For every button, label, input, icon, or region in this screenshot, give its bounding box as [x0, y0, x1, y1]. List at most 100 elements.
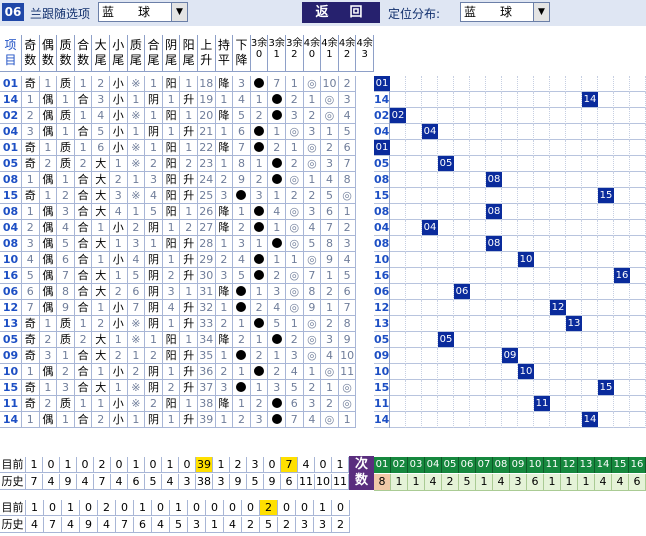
row-cell: 奇 — [22, 380, 40, 396]
grid-cell — [630, 236, 646, 252]
grid-cell — [454, 108, 470, 124]
grid-cell — [614, 412, 630, 428]
position-mark[interactable]: 10 — [518, 364, 534, 379]
row-cell: 1 — [57, 412, 75, 428]
row-cell: 2 — [180, 220, 198, 236]
chevron-down-icon[interactable]: ▼ — [533, 3, 549, 21]
grid-cell — [438, 108, 454, 124]
grid-cell — [534, 204, 550, 220]
grid-cell — [518, 188, 534, 204]
back-button[interactable]: 返 回 — [302, 2, 380, 23]
position-mark[interactable]: 14 — [582, 92, 598, 107]
count-num: 12 — [561, 457, 578, 473]
grid-cell — [598, 220, 614, 236]
grid-cell — [454, 380, 470, 396]
position-mark[interactable]: 08 — [486, 204, 502, 219]
grid-cell — [470, 268, 486, 284]
position-mark[interactable]: 02 — [390, 108, 406, 123]
grid-cell — [534, 332, 550, 348]
dot-icon — [254, 366, 265, 376]
position-mark[interactable]: 06 — [454, 284, 470, 299]
position-mark[interactable]: 09 — [502, 348, 518, 363]
count-value: 4 — [595, 474, 612, 491]
grid-cell — [518, 412, 534, 428]
row-cell: 10 — [338, 348, 357, 364]
row-cell: ◎ — [321, 92, 339, 108]
grid-cell — [518, 284, 534, 300]
position-mark[interactable]: 16 — [614, 268, 630, 283]
grid-cell — [614, 348, 630, 364]
grid-cell — [550, 156, 566, 172]
header-col: 3余0 — [250, 35, 269, 72]
row-number: 05 — [0, 332, 22, 348]
row-cell: ◎ — [286, 268, 304, 284]
row-cell: 3 — [127, 236, 146, 252]
header-col: 大尾 — [92, 35, 110, 72]
position-mark[interactable]: 01 — [374, 76, 390, 91]
table-row: 15 奇 1 2 合大 3 ※ 4 阳升 25 3 3 1 2 2 5 ◎ — [0, 188, 374, 204]
footer-now-cell: 7 — [281, 457, 298, 473]
position-mark[interactable]: 11 — [534, 396, 550, 411]
row-cell: 1 — [22, 364, 40, 380]
grid-cell — [534, 412, 550, 428]
grid-cell — [550, 76, 566, 92]
header-col: 合尾 — [145, 35, 163, 72]
follow-select[interactable]: 蓝 球 ▼ — [98, 2, 188, 22]
position-mark[interactable]: 10 — [518, 252, 534, 267]
row-cell: 合 — [74, 236, 93, 252]
row-cell: 奇 — [22, 332, 40, 348]
row-cell: 2 — [145, 396, 163, 412]
row-cell: 1 — [162, 252, 181, 268]
header-item: 项目 — [0, 35, 22, 72]
row-cell: 9 — [321, 252, 339, 268]
grid-cell — [518, 316, 534, 332]
row-cell: 21 — [198, 124, 216, 140]
position-mark[interactable]: 01 — [374, 140, 390, 155]
position-mark[interactable]: 14 — [582, 412, 598, 427]
position-mark[interactable]: 04 — [422, 124, 438, 139]
position-mark[interactable]: 15 — [598, 380, 614, 395]
grid-cell — [550, 380, 566, 396]
count-value: 2 — [442, 474, 459, 491]
footer2-hist-cell: 2 — [332, 517, 350, 533]
row-cell: 大 — [92, 204, 110, 220]
grid-cell — [534, 348, 550, 364]
row-cell: 5 — [286, 380, 304, 396]
footer-hist-cell: 9 — [60, 474, 77, 490]
row-cell: 4 — [321, 348, 339, 364]
position-mark[interactable]: 05 — [438, 156, 454, 171]
position-mark[interactable]: 15 — [598, 188, 614, 203]
row-cell: 4 — [338, 108, 357, 124]
row-cell: 4 — [127, 252, 146, 268]
position-mark[interactable]: 12 — [550, 300, 566, 315]
row-cell — [233, 380, 251, 396]
count-num: 13 — [578, 457, 595, 473]
grid-row: 14 14 — [374, 92, 646, 108]
position-mark[interactable]: 13 — [566, 316, 582, 331]
row-cell: 8 — [338, 316, 357, 332]
position-mark[interactable]: 08 — [486, 236, 502, 251]
grid-cell — [630, 332, 646, 348]
chevron-down-icon[interactable]: ▼ — [171, 3, 187, 21]
row-cell: 2 — [74, 156, 93, 172]
row-cell: ※ — [127, 332, 146, 348]
row-cell: 6 — [92, 140, 110, 156]
dot-icon — [236, 190, 247, 200]
row-cell: 1 — [215, 412, 234, 428]
row-cell: 1 — [145, 332, 163, 348]
row-cell: 2 — [303, 380, 322, 396]
row-cell: 合 — [74, 380, 93, 396]
row-cell: 6 — [57, 252, 75, 268]
position-mark[interactable]: 05 — [438, 332, 454, 347]
footer2-hist-cell: 5 — [260, 517, 278, 533]
footer-now-cell: 2 — [230, 457, 247, 473]
position-mark[interactable]: 08 — [486, 172, 502, 187]
position-select[interactable]: 蓝 球 ▼ — [460, 2, 550, 22]
row-cell: 2 — [22, 108, 40, 124]
row-cell: 1 — [110, 236, 128, 252]
grid-row: 15 15 — [374, 188, 646, 204]
position-mark[interactable]: 04 — [422, 220, 438, 235]
row-cell: 26 — [198, 204, 216, 220]
grid-row: 13 13 — [374, 316, 646, 332]
row-cell: 阴 — [145, 220, 163, 236]
